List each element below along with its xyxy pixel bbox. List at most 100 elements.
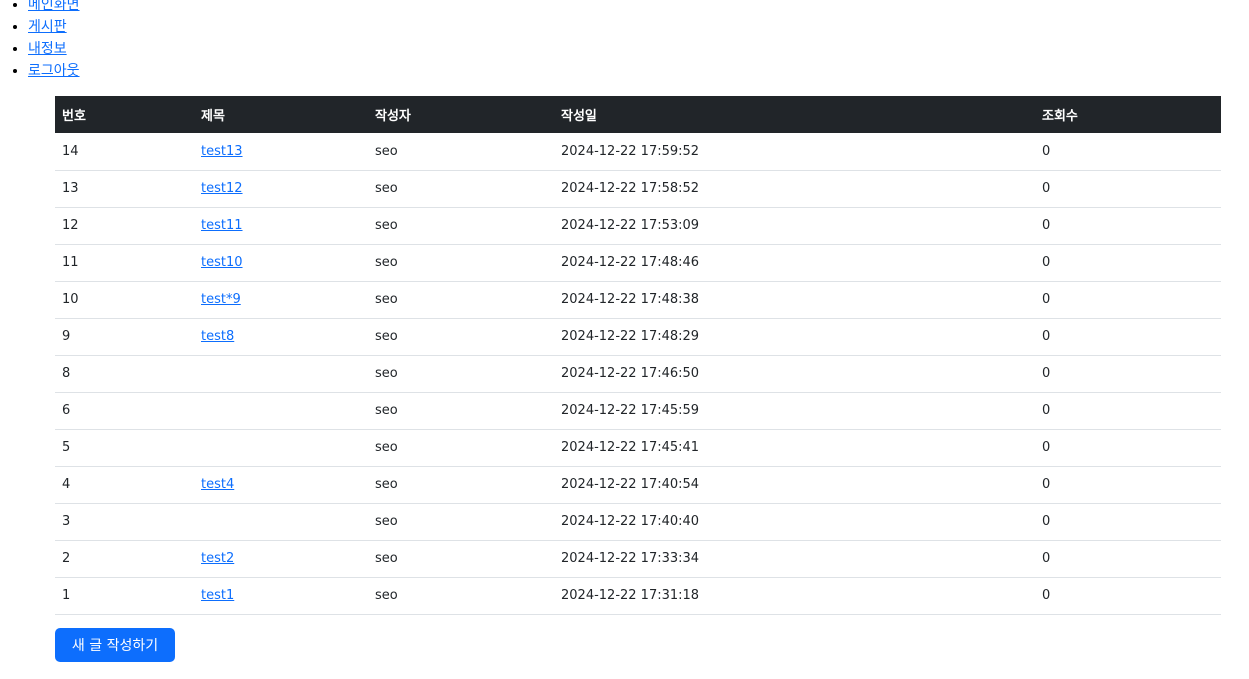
cell-date: 2024-12-22 17:48:46 bbox=[554, 244, 1035, 282]
cell-views: 0 bbox=[1035, 207, 1221, 245]
cell-author: seo bbox=[368, 133, 554, 171]
cell-title: test11 bbox=[194, 207, 368, 245]
nav-item-logout: 로그아웃 bbox=[28, 60, 80, 82]
cell-author: seo bbox=[368, 244, 554, 282]
cell-author: seo bbox=[368, 170, 554, 208]
cell-date: 2024-12-22 17:58:52 bbox=[554, 170, 1035, 208]
cell-views: 0 bbox=[1035, 392, 1221, 430]
post-title-link[interactable]: test*9 bbox=[201, 292, 241, 307]
cell-title: test13 bbox=[194, 133, 368, 171]
cell-number: 14 bbox=[55, 133, 194, 171]
cell-author: seo bbox=[368, 392, 554, 430]
nav-item-myinfo: 내정보 bbox=[28, 38, 80, 60]
nav-link-myinfo[interactable]: 내정보 bbox=[28, 41, 67, 57]
cell-title bbox=[194, 355, 368, 393]
nav-item-home: 메인화면 bbox=[28, 0, 80, 16]
cell-date: 2024-12-22 17:45:59 bbox=[554, 392, 1035, 430]
cell-views: 0 bbox=[1035, 503, 1221, 541]
cell-title: test4 bbox=[194, 466, 368, 504]
cell-date: 2024-12-22 17:33:34 bbox=[554, 540, 1035, 578]
post-title-link[interactable]: test13 bbox=[201, 144, 243, 159]
cell-author: seo bbox=[368, 281, 554, 319]
post-title-link[interactable]: test11 bbox=[201, 218, 243, 233]
cell-number: 13 bbox=[55, 170, 194, 208]
cell-views: 0 bbox=[1035, 540, 1221, 578]
table-row: 14 test13 seo 2024-12-22 17:59:52 0 bbox=[55, 133, 1221, 171]
cell-title: test1 bbox=[194, 577, 368, 615]
cell-date: 2024-12-22 17:31:18 bbox=[554, 577, 1035, 615]
table-row: 13 test12 seo 2024-12-22 17:58:52 0 bbox=[55, 170, 1221, 208]
cell-number: 10 bbox=[55, 281, 194, 319]
cell-author: seo bbox=[368, 540, 554, 578]
cell-number: 12 bbox=[55, 207, 194, 245]
cell-views: 0 bbox=[1035, 318, 1221, 356]
cell-date: 2024-12-22 17:40:40 bbox=[554, 503, 1035, 541]
cell-title bbox=[194, 503, 368, 541]
cell-title bbox=[194, 392, 368, 430]
post-title-link[interactable]: test8 bbox=[201, 329, 234, 344]
post-title-link[interactable]: test4 bbox=[201, 477, 234, 492]
cell-title: test*9 bbox=[194, 281, 368, 319]
post-title-link[interactable]: test12 bbox=[201, 181, 243, 196]
cell-number: 9 bbox=[55, 318, 194, 356]
table-row: 4 test4 seo 2024-12-22 17:40:54 0 bbox=[55, 466, 1221, 504]
table-row: 6 seo 2024-12-22 17:45:59 0 bbox=[55, 392, 1221, 430]
cell-number: 8 bbox=[55, 355, 194, 393]
cell-number: 5 bbox=[55, 429, 194, 467]
cell-views: 0 bbox=[1035, 133, 1221, 171]
table-row: 9 test8 seo 2024-12-22 17:48:29 0 bbox=[55, 318, 1221, 356]
cell-title: test10 bbox=[194, 244, 368, 282]
header-title: 제목 bbox=[194, 96, 368, 133]
cell-author: seo bbox=[368, 466, 554, 504]
cell-views: 0 bbox=[1035, 355, 1221, 393]
nav-link-logout[interactable]: 로그아웃 bbox=[28, 63, 80, 79]
cell-date: 2024-12-22 17:48:29 bbox=[554, 318, 1035, 356]
cell-date: 2024-12-22 17:45:41 bbox=[554, 429, 1035, 467]
cell-author: seo bbox=[368, 207, 554, 245]
cell-views: 0 bbox=[1035, 429, 1221, 467]
nav-item-board: 게시판 bbox=[28, 16, 80, 38]
table-row: 11 test10 seo 2024-12-22 17:48:46 0 bbox=[55, 244, 1221, 282]
cell-date: 2024-12-22 17:53:09 bbox=[554, 207, 1035, 245]
header-row: 번호 제목 작성자 작성일 조회수 bbox=[55, 96, 1221, 133]
post-title-link[interactable]: test2 bbox=[201, 551, 234, 566]
header-author: 작성자 bbox=[368, 96, 554, 133]
nav-link-home[interactable]: 메인화면 bbox=[28, 0, 80, 13]
cell-title: test12 bbox=[194, 170, 368, 208]
table-row: 12 test11 seo 2024-12-22 17:53:09 0 bbox=[55, 207, 1221, 245]
post-title-link[interactable]: test10 bbox=[201, 255, 243, 270]
table-row: 10 test*9 seo 2024-12-22 17:48:38 0 bbox=[55, 281, 1221, 319]
cell-author: seo bbox=[368, 577, 554, 615]
header-date: 작성일 bbox=[554, 96, 1035, 133]
nav-link-board[interactable]: 게시판 bbox=[28, 19, 67, 35]
cell-views: 0 bbox=[1035, 244, 1221, 282]
cell-views: 0 bbox=[1035, 466, 1221, 504]
main-nav: 메인화면 게시판 내정보 로그아웃 bbox=[0, 0, 80, 82]
cell-number: 2 bbox=[55, 540, 194, 578]
cell-author: seo bbox=[368, 503, 554, 541]
cell-date: 2024-12-22 17:59:52 bbox=[554, 133, 1035, 171]
cell-number: 4 bbox=[55, 466, 194, 504]
cell-date: 2024-12-22 17:40:54 bbox=[554, 466, 1035, 504]
header-number: 번호 bbox=[55, 96, 194, 133]
cell-number: 3 bbox=[55, 503, 194, 541]
table-row: 2 test2 seo 2024-12-22 17:33:34 0 bbox=[55, 540, 1221, 578]
new-post-button[interactable]: 새 글 작성하기 bbox=[55, 628, 175, 662]
header-views: 조회수 bbox=[1035, 96, 1221, 133]
cell-author: seo bbox=[368, 355, 554, 393]
cell-number: 1 bbox=[55, 577, 194, 615]
post-title-link[interactable]: test1 bbox=[201, 588, 234, 603]
cell-date: 2024-12-22 17:46:50 bbox=[554, 355, 1035, 393]
cell-author: seo bbox=[368, 318, 554, 356]
cell-views: 0 bbox=[1035, 170, 1221, 208]
board-table-body: 14 test13 seo 2024-12-22 17:59:52 0 13 test12 s… bbox=[55, 133, 1221, 615]
table-row: 1 test1 seo 2024-12-22 17:31:18 0 bbox=[55, 577, 1221, 615]
table-row: 5 seo 2024-12-22 17:45:41 0 bbox=[55, 429, 1221, 467]
cell-views: 0 bbox=[1035, 281, 1221, 319]
board-table-header: 번호 제목 작성자 작성일 조회수 bbox=[55, 96, 1221, 133]
cell-title: test2 bbox=[194, 540, 368, 578]
cell-title: test8 bbox=[194, 318, 368, 356]
cell-views: 0 bbox=[1035, 577, 1221, 615]
table-row: 8 seo 2024-12-22 17:46:50 0 bbox=[55, 355, 1221, 393]
cell-author: seo bbox=[368, 429, 554, 467]
